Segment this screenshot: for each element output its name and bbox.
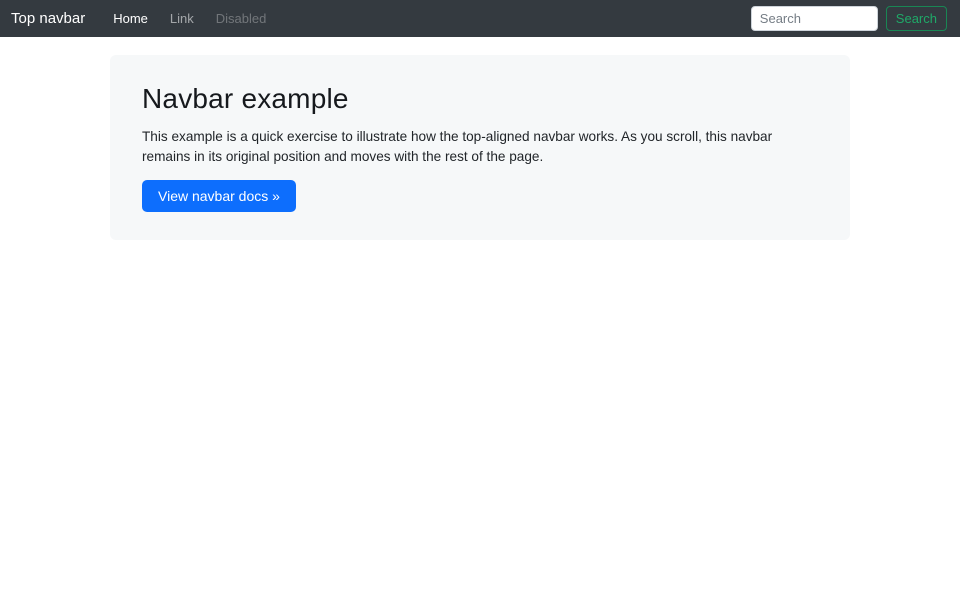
search-form: Search (750, 6, 947, 31)
page-title: Navbar example (142, 83, 349, 114)
search-button[interactable]: Search (885, 6, 947, 31)
top-navbar: Top navbar Home Link Disabled Search (0, 0, 960, 37)
main-content: Navbar example This example is a quick e… (110, 55, 850, 241)
nav-link-disabled: Disabled (215, 10, 267, 26)
nav-item-home: Home (102, 10, 159, 28)
nav-item-link: Link (159, 10, 205, 28)
nav-link-link[interactable]: Link (159, 5, 205, 32)
navbar-nav: Home Link Disabled (102, 10, 751, 28)
nav-link-home[interactable]: Home (102, 5, 159, 32)
navbar-brand[interactable]: Top navbar (11, 11, 85, 26)
jumbotron-description: This example is a quick exercise to illu… (142, 128, 773, 164)
view-navbar-docs-button[interactable]: View navbar docs » (142, 180, 296, 213)
nav-item-disabled: Disabled (205, 10, 278, 28)
search-input[interactable] (750, 6, 878, 31)
jumbotron: Navbar example This example is a quick e… (110, 55, 850, 241)
